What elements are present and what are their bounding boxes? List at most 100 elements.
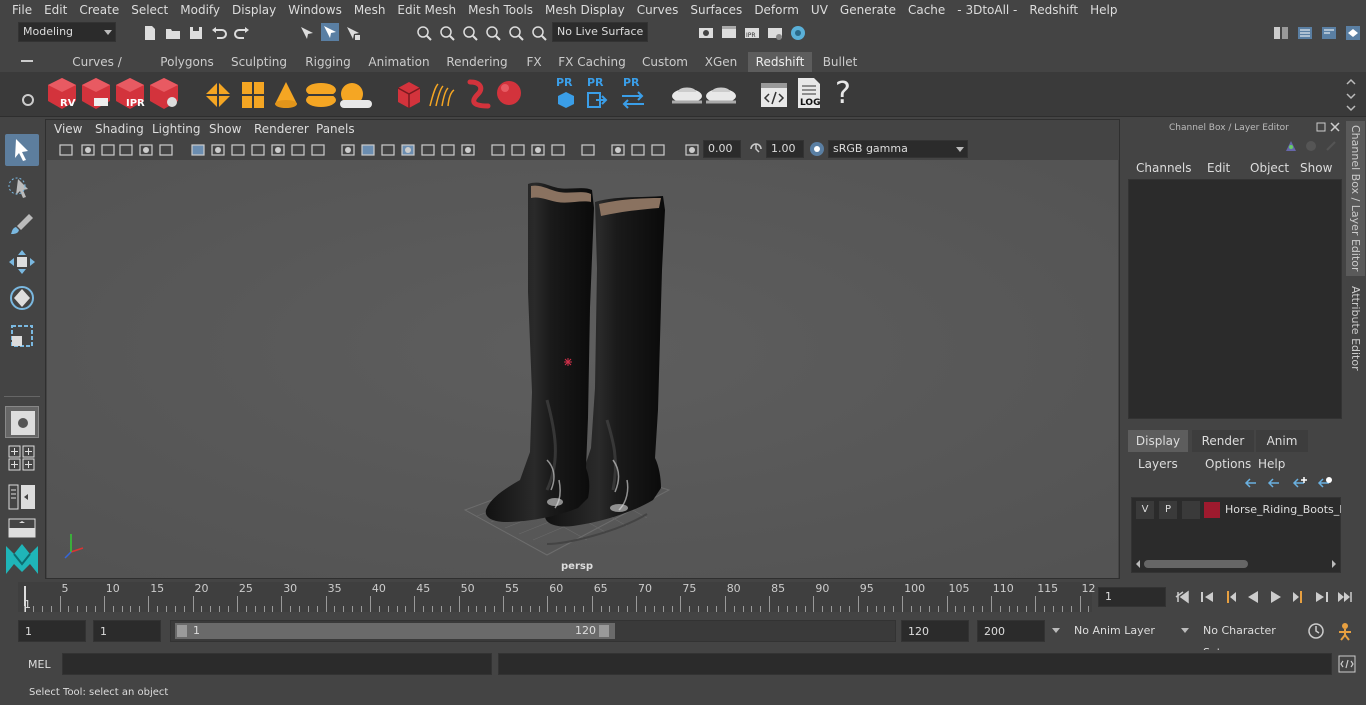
select-camera-icon[interactable] <box>58 142 74 158</box>
scale-tool[interactable] <box>5 320 39 352</box>
channel-status-icon[interactable] <box>1304 139 1318 153</box>
scroll-right-icon[interactable] <box>1330 560 1338 568</box>
float-panel-icon[interactable] <box>1316 122 1326 132</box>
save-scene-icon[interactable] <box>187 24 205 42</box>
step-back-key-icon[interactable] <box>1222 589 1238 605</box>
step-back-frame-icon[interactable] <box>1199 589 1215 605</box>
menu-mesh[interactable]: Mesh <box>348 0 392 20</box>
auto-key-icon[interactable] <box>1307 622 1325 640</box>
rotate-tool[interactable] <box>5 282 39 314</box>
menu-windows[interactable]: Windows <box>282 0 348 20</box>
step-forward-key-icon[interactable] <box>1291 589 1307 605</box>
channel-key-icon[interactable] <box>1284 139 1298 153</box>
move-layer-up-icon[interactable] <box>1244 476 1258 490</box>
menu-generate[interactable]: Generate <box>834 0 902 20</box>
channel-lock-icon[interactable] <box>1324 139 1338 153</box>
channelbox-menu-show[interactable]: Show <box>1300 161 1332 175</box>
menu-cache[interactable]: Cache <box>902 0 951 20</box>
script-editor-icon[interactable] <box>1338 655 1356 673</box>
step-forward-frame-icon[interactable] <box>1314 589 1330 605</box>
layer-display-type-toggle[interactable] <box>1182 501 1200 519</box>
layer-tab-anim[interactable]: Anim <box>1256 430 1308 452</box>
animation-end-field[interactable]: 200 <box>977 620 1045 642</box>
animation-start-field[interactable]: 1 <box>18 620 86 642</box>
mode-selector[interactable]: Modeling <box>18 22 116 42</box>
rs-log-button[interactable]: LOG <box>794 76 824 112</box>
new-scene-icon[interactable] <box>141 24 159 42</box>
snap-curve-icon[interactable] <box>438 24 456 42</box>
default-material-icon[interactable] <box>380 142 396 158</box>
redshift-render-sequence-button[interactable] <box>80 76 112 112</box>
exposure-icon[interactable] <box>684 142 700 158</box>
menu-mesh-display[interactable]: Mesh Display <box>539 0 631 20</box>
rs-sun-sky-icon[interactable] <box>338 80 372 110</box>
two-d-pan-zoom-icon[interactable] <box>138 142 154 158</box>
script-language-label[interactable]: MEL <box>28 658 51 671</box>
shelf-tab-animation[interactable]: Animation <box>364 52 434 72</box>
animation-preferences-icon[interactable] <box>1335 621 1355 641</box>
layer-row[interactable]: V P Horse_Riding_Boots_B <box>1134 501 1341 519</box>
textured-icon[interactable] <box>400 142 416 158</box>
select-hierarchy-icon[interactable] <box>298 24 316 42</box>
wireframe-icon[interactable] <box>340 142 356 158</box>
select-component-icon[interactable] <box>344 24 362 42</box>
layer-menu-options[interactable]: Options <box>1205 457 1251 471</box>
current-frame-field[interactable]: 1 <box>1098 587 1166 607</box>
gamma-icon[interactable] <box>748 141 764 157</box>
channel-box-side-tab[interactable]: Channel Box / Layer Editor <box>1346 121 1365 276</box>
menu-help[interactable]: Help <box>1084 0 1123 20</box>
go-to-start-icon[interactable] <box>1175 589 1191 605</box>
shelf-tab-rendering[interactable]: Rendering <box>442 52 512 72</box>
playback-end-field[interactable]: 120 <box>901 620 969 642</box>
graph-layout-button[interactable] <box>8 518 36 538</box>
attribute-editor-toggle-icon[interactable] <box>1320 24 1338 42</box>
menu-redshift[interactable]: Redshift <box>1023 0 1084 20</box>
channelbox-menu-channels[interactable]: Channels <box>1136 161 1192 175</box>
safe-title-icon[interactable] <box>310 142 326 158</box>
attribute-editor-side-tab[interactable]: Attribute Editor <box>1346 281 1365 376</box>
shelf-tab-fx-caching[interactable]: FX Caching <box>556 52 628 72</box>
xray-active-icon[interactable] <box>630 142 646 158</box>
open-scene-icon[interactable] <box>164 24 182 42</box>
backface-culling-icon[interactable] <box>650 142 666 158</box>
layer-menu-help[interactable]: Help <box>1258 457 1285 471</box>
use-lights-icon[interactable] <box>440 142 456 158</box>
layer-editor-toggle-icon[interactable] <box>1344 24 1362 42</box>
rs-hair-icon[interactable] <box>426 80 460 110</box>
rs-volume-icon[interactable] <box>396 80 422 110</box>
panel-menu-panels[interactable]: Panels <box>316 122 355 136</box>
panel-menu-view[interactable]: View <box>54 122 82 136</box>
pr-swap-button[interactable]: PR <box>618 76 648 112</box>
panel-menu-renderer[interactable]: Renderer <box>254 122 309 136</box>
undo-icon[interactable] <box>210 24 228 42</box>
redshift-render-view-button[interactable]: RV <box>46 76 78 112</box>
rs-sphere-icon[interactable] <box>494 78 526 110</box>
menu-uv[interactable]: UV <box>805 0 834 20</box>
shelf-menu-icon[interactable] <box>20 56 34 66</box>
render-view-icon[interactable] <box>697 24 715 42</box>
shelf-tab-curves-surfaces[interactable]: Curves / Surfaces <box>46 52 148 89</box>
bookmark-icon[interactable] <box>100 142 116 158</box>
move-tool[interactable] <box>5 246 39 278</box>
grid-icon[interactable] <box>190 142 206 158</box>
scrollbar-thumb[interactable] <box>1144 560 1248 568</box>
layer-playback-toggle[interactable]: P <box>1159 501 1177 519</box>
layer-name[interactable]: Horse_Riding_Boots_B <box>1225 501 1341 519</box>
shelf-tab-sculpting[interactable]: Sculpting <box>226 52 292 72</box>
layer-tab-render[interactable]: Render <box>1192 430 1254 452</box>
anti-aliasing-icon[interactable] <box>530 142 546 158</box>
anim-layer-selector[interactable]: No Anim Layer <box>1068 620 1172 642</box>
menu-edit-mesh[interactable]: Edit Mesh <box>391 0 462 20</box>
rs-object-id-icon[interactable] <box>240 80 266 110</box>
hypershade-icon[interactable] <box>789 24 807 42</box>
shelf-tab-rigging[interactable]: Rigging <box>300 52 356 72</box>
layer-menu-layers[interactable]: Layers <box>1138 457 1178 471</box>
move-layer-down-icon[interactable] <box>1267 476 1281 490</box>
channelbox-list[interactable] <box>1128 179 1342 419</box>
resolution-gate-icon[interactable] <box>230 142 246 158</box>
play-backwards-icon[interactable] <box>1245 589 1261 605</box>
depth-of-field-icon[interactable] <box>550 142 566 158</box>
pr-export-button[interactable]: PR <box>584 76 610 112</box>
redo-icon[interactable] <box>233 24 251 42</box>
shelf-settings-icon[interactable] <box>21 93 35 107</box>
